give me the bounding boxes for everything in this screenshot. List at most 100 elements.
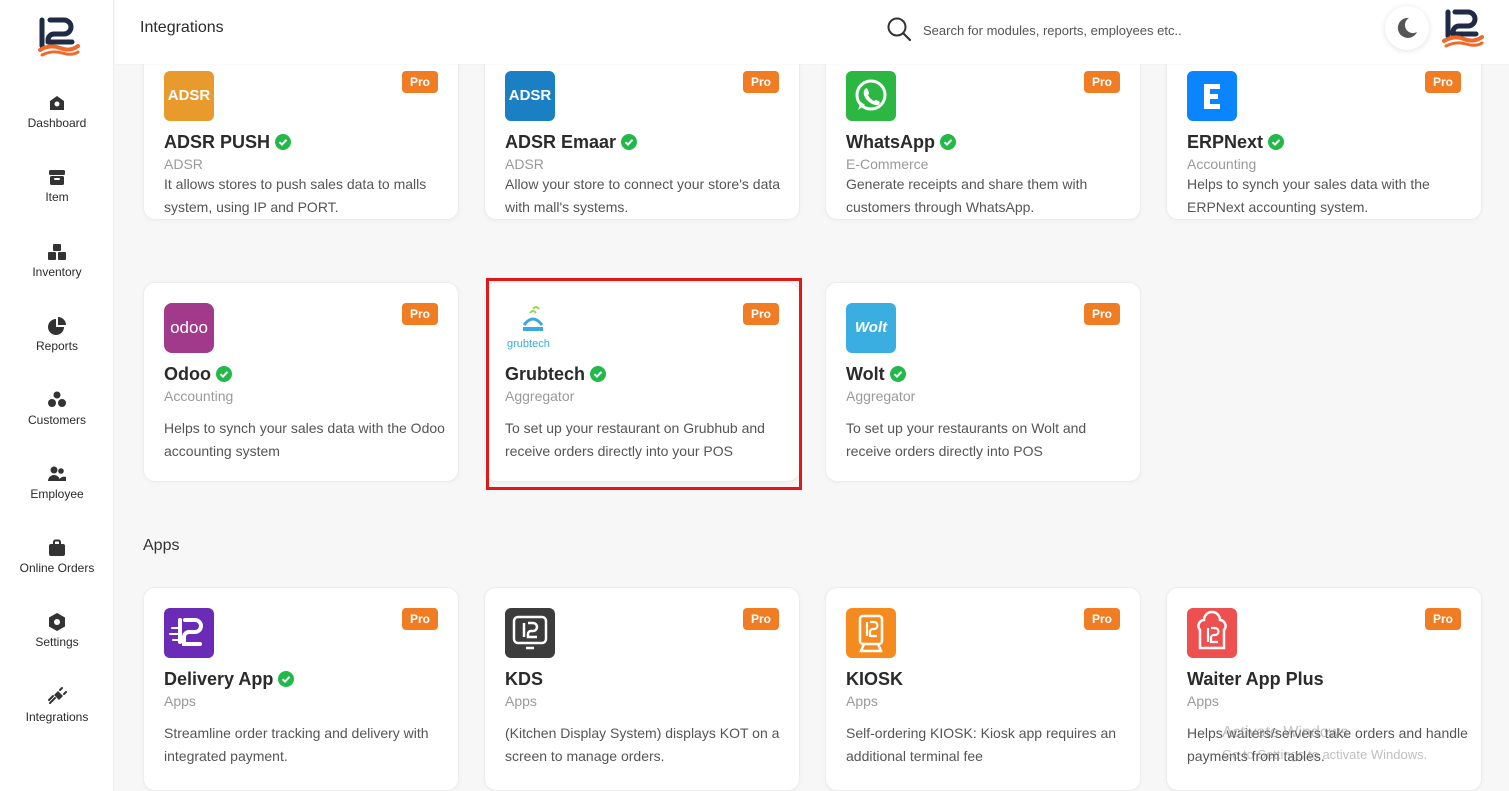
pro-badge: Pro [1084, 608, 1120, 630]
integration-category: ADSR [164, 156, 203, 172]
app-description: Helps waiters/servers take orders and ha… [1187, 725, 1468, 764]
inventory-icon [48, 244, 66, 260]
verified-check-icon [278, 671, 295, 687]
delivery-app-icon [169, 618, 203, 646]
integration-card-erpnext[interactable]: Pro ERPNext Accounting Helps to synch yo… [1166, 50, 1482, 220]
pro-badge: Pro [402, 303, 438, 325]
verified-check-icon [216, 366, 232, 382]
erpnext-logo [1187, 71, 1237, 121]
integration-name: Wolt [846, 363, 885, 384]
sidebar-item-label: Inventory [32, 265, 82, 279]
kds-logo [505, 608, 555, 658]
user-avatar[interactable] [1440, 6, 1484, 50]
integration-category: Aggregator [505, 388, 575, 404]
pro-badge: Pro [402, 71, 438, 93]
integration-category: E-Commerce [846, 156, 929, 172]
brand-logo[interactable] [36, 14, 80, 58]
integration-card-adsr-push[interactable]: ADSR Pro ADSR PUSH ADSR It allows stores… [143, 50, 459, 220]
integration-description: To set up your restaurants on Wolt and r… [846, 420, 1087, 459]
theme-toggle-button[interactable] [1385, 6, 1429, 50]
item-icon [49, 170, 65, 185]
sidebar-item-employee[interactable]: Employee [0, 464, 114, 524]
sidebar-item-label: Reports [35, 339, 79, 353]
sidebar-item-reports[interactable]: Reports [0, 316, 114, 376]
sidebar-item-settings[interactable]: Settings [0, 612, 114, 672]
integrations-icon [48, 687, 67, 704]
kds-icon [512, 615, 548, 650]
app-name: Delivery App [164, 668, 274, 689]
sidebar-item-label: Employee [30, 487, 84, 501]
sidebar-item-item[interactable]: Item [0, 167, 114, 227]
integration-card-whatsapp[interactable]: Pro WhatsApp E-Commerce Generate receipt… [825, 50, 1141, 220]
svg-text:grubtech: grubtech [507, 338, 550, 350]
sidebar-item-online-orders[interactable]: Online Orders [0, 538, 114, 598]
sidebar-item-label: Item [45, 190, 69, 204]
whatsapp-icon [855, 79, 887, 111]
pro-badge: Pro [743, 71, 779, 93]
sidebar-item-label: Dashboard [27, 116, 87, 130]
moon-icon [1397, 17, 1417, 38]
app-name: KIOSK [846, 668, 904, 689]
wolt-logo: Wolt [846, 303, 896, 353]
pro-badge: Pro [402, 608, 438, 630]
integration-card-odoo[interactable]: odoo Pro Odoo Accounting Helps to synch … [143, 282, 459, 482]
app-card-waiter-app-plus[interactable]: Pro Waiter App Plus Apps Helps waiters/s… [1166, 587, 1482, 791]
employee-icon [48, 466, 66, 481]
sidebar-item-dashboard[interactable]: Dashboard [0, 93, 114, 153]
integration-name: Grubtech [505, 363, 586, 384]
pro-badge: Pro [1425, 71, 1461, 93]
integration-category: ADSR [505, 156, 544, 172]
app-category: Apps [1187, 693, 1219, 709]
app-category: Apps [505, 693, 537, 709]
integration-category: Aggregator [846, 388, 916, 404]
pro-badge: Pro [1425, 608, 1461, 630]
integration-card-wolt[interactable]: Wolt Pro Wolt Aggregator To set up your … [825, 282, 1141, 482]
waiter-app-plus-logo [1187, 608, 1237, 658]
sidebar: Dashboard Item Inventory Reports Custome… [0, 0, 114, 791]
integration-description: It allows stores to push sales data to m… [164, 176, 427, 215]
sidebar-item-label: Online Orders [19, 561, 95, 575]
verified-check-icon [275, 134, 292, 150]
verified-check-icon [889, 366, 906, 382]
pro-badge: Pro [1084, 303, 1120, 325]
apps-section-title: Apps [143, 537, 180, 554]
app-card-delivery-app[interactable]: Pro Delivery App Apps Streamline order t… [143, 587, 459, 791]
search-icon[interactable] [885, 15, 913, 43]
verified-check-icon [940, 134, 956, 150]
odoo-logo: odoo [164, 303, 214, 353]
integration-name: ADSR PUSH [164, 131, 271, 152]
app-category: Apps [846, 693, 878, 709]
customers-icon [48, 391, 66, 407]
pro-badge: Pro [1084, 71, 1120, 93]
integration-description: Helps to synch your sales data with the … [164, 420, 445, 459]
verified-check-icon [1268, 134, 1285, 150]
verified-check-icon [590, 366, 607, 382]
integration-description: Generate receipts and share them with cu… [846, 176, 1088, 215]
kiosk-logo [846, 608, 896, 658]
pro-badge: Pro [743, 608, 779, 630]
sidebar-item-integrations[interactable]: Integrations [0, 687, 114, 747]
integration-card-adsr-emaar[interactable]: ADSR Pro ADSR Emaar ADSR Allow your stor… [484, 50, 800, 220]
integration-category: Accounting [1187, 156, 1257, 172]
integration-card-grubtech[interactable]: grubtech Pro Grubtech Aggregator To set … [484, 282, 800, 482]
app-card-kiosk[interactable]: Pro KIOSK Apps Self-ordering KIOSK: Kios… [825, 587, 1141, 791]
app-description: Self-ordering KIOSK: Kiosk app requires … [846, 725, 1117, 764]
integration-name: WhatsApp [846, 131, 935, 152]
grubtech-logo: grubtech [505, 303, 555, 353]
dashboard-icon [50, 96, 64, 110]
app-card-kds[interactable]: Pro KDS Apps (Kitchen Display System) di… [484, 587, 800, 791]
sidebar-item-label: Customers [27, 413, 86, 427]
sidebar-item-label: Settings [35, 635, 79, 649]
whatsapp-logo [846, 71, 896, 121]
app-description: (Kitchen Display System) displays KOT on… [505, 725, 780, 764]
integration-name: Odoo [164, 363, 211, 384]
sidebar-item-customers[interactable]: Customers [0, 390, 114, 450]
search-input[interactable] [923, 17, 1253, 43]
online-orders-icon [49, 539, 65, 556]
app-name: Waiter App Plus [1187, 668, 1324, 689]
sidebar-item-inventory[interactable]: Inventory [0, 242, 114, 302]
integration-description: To set up your restaurant on Grubhub and… [505, 420, 765, 459]
adsr-push-logo: ADSR [164, 71, 214, 121]
reports-icon [48, 317, 66, 335]
integration-description: Allow your store to connect your store's… [505, 176, 781, 215]
